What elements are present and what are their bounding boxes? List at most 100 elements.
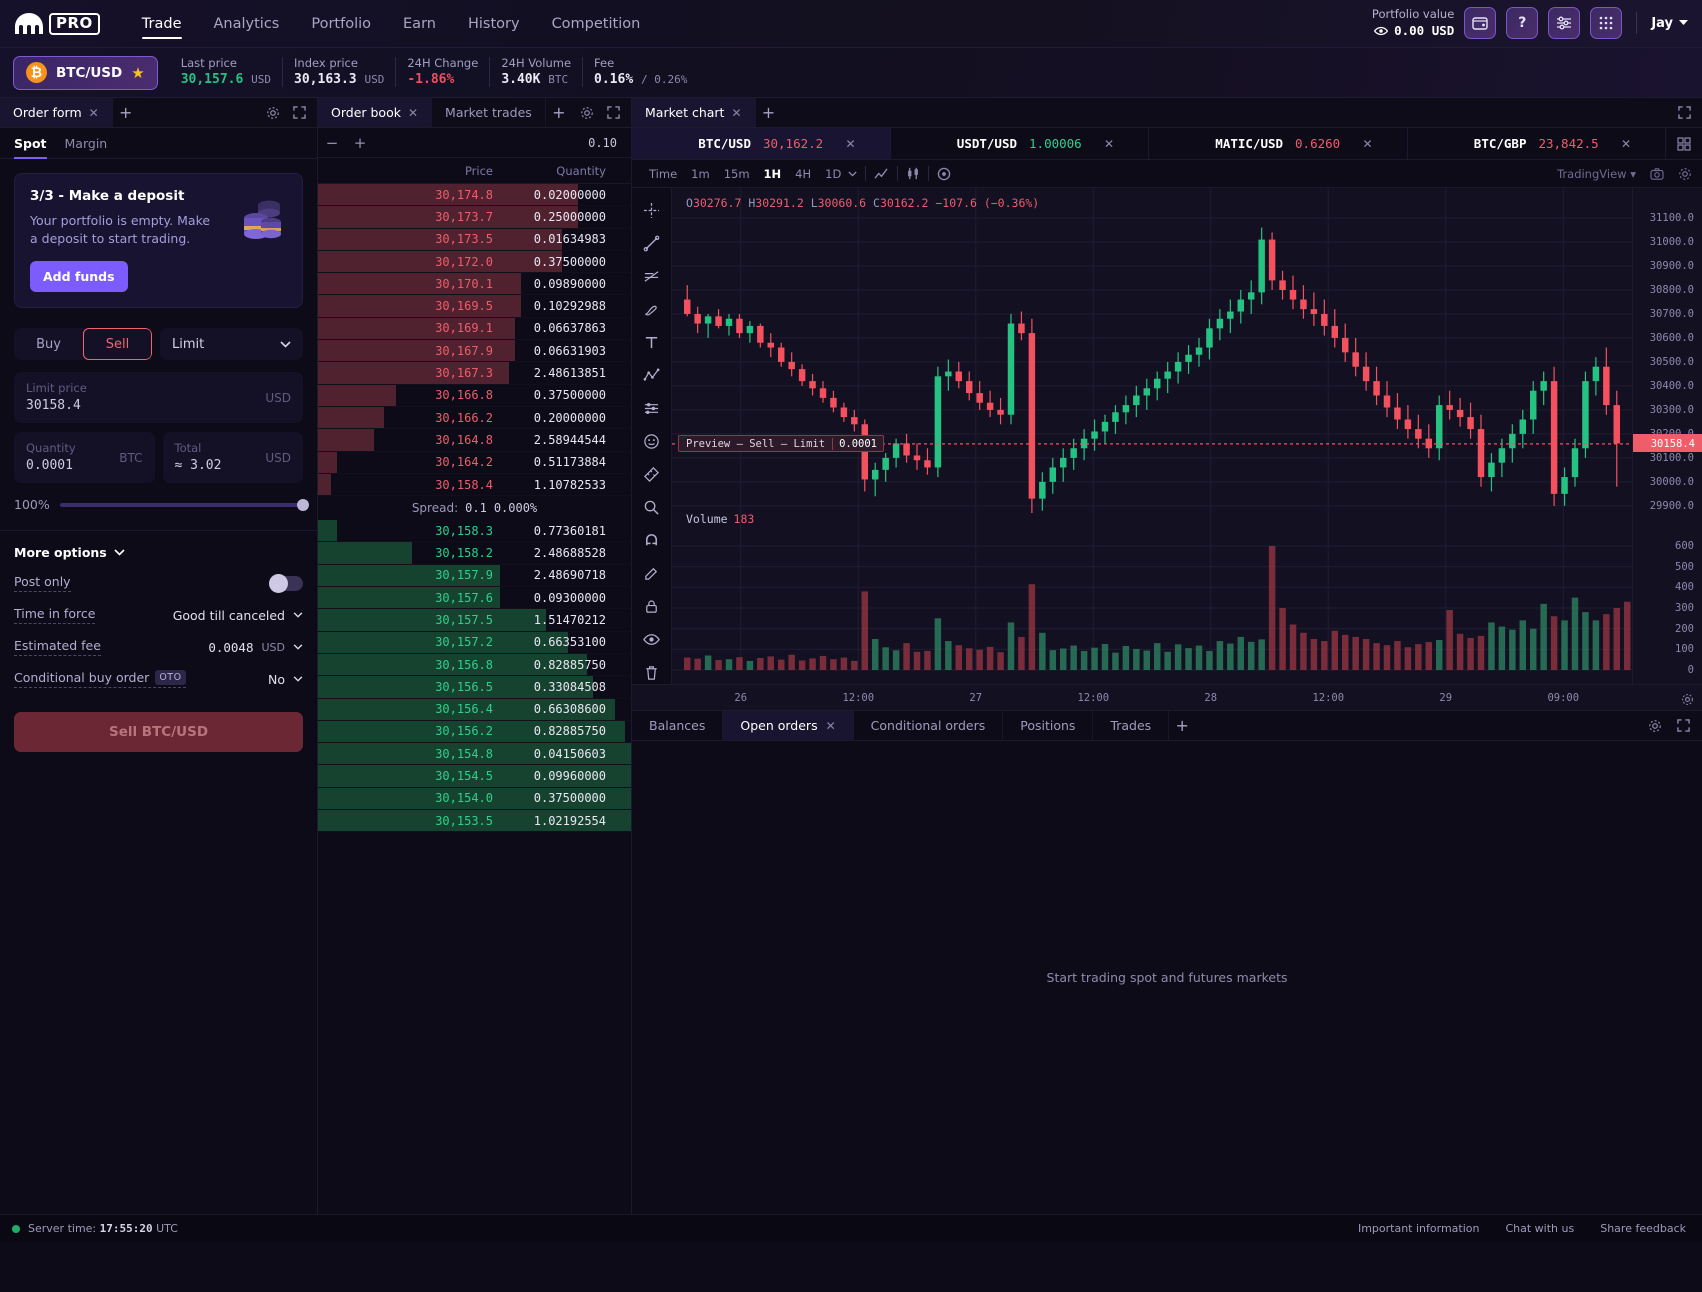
order-book-row-ask[interactable]: 30,169.10.06637863 — [318, 318, 631, 340]
buy-button[interactable]: Buy — [14, 328, 83, 360]
gear-icon[interactable] — [266, 106, 280, 120]
timeframe-1m[interactable]: 1m — [684, 165, 717, 183]
expand-icon[interactable] — [1678, 106, 1691, 119]
order-book-row-ask[interactable]: 30,166.20.20000000 — [318, 407, 631, 429]
order-book-row-ask[interactable]: 30,174.80.02000000 — [318, 184, 631, 206]
order-book-row-ask[interactable]: 30,173.50.01634983 — [318, 229, 631, 251]
menu-item-competition[interactable]: Competition — [536, 0, 657, 48]
wallet-button[interactable] — [1464, 7, 1496, 39]
order-book-row-bid[interactable]: 30,157.60.09300000 — [318, 587, 631, 609]
add-panel-button[interactable]: + — [113, 98, 139, 127]
order-book-row-bid[interactable]: 30,157.51.51470212 — [318, 609, 631, 631]
user-menu-button[interactable]: Jay — [1651, 16, 1688, 31]
order-book-row-bid[interactable]: 30,154.50.09960000 — [318, 765, 631, 787]
pattern-tool-icon[interactable] — [639, 363, 665, 387]
add-bottom-tab-button[interactable]: + — [1169, 711, 1195, 740]
brush-tool-icon[interactable] — [639, 297, 665, 321]
tab-market-chart[interactable]: Market chart ✕ — [632, 98, 756, 127]
chart-pair-tab-usdt-usd[interactable]: USDT/USD1.00006✕ — [891, 128, 1150, 159]
pair-selector-button[interactable]: ₿ BTC/USD ★ — [13, 56, 158, 90]
expand-icon[interactable] — [607, 106, 620, 119]
settings-sliders-button[interactable] — [1548, 7, 1580, 39]
gear-icon[interactable] — [580, 106, 594, 120]
conditional-order-value-group[interactable]: No — [268, 672, 303, 687]
camera-icon[interactable] — [1650, 168, 1664, 180]
order-book-row-ask[interactable]: 30,167.32.48613851 — [318, 362, 631, 384]
add-panel-button[interactable]: + — [546, 98, 572, 127]
zoom-tool-icon[interactable] — [639, 495, 665, 519]
submit-sell-order-button[interactable]: Sell BTC/USD — [14, 712, 303, 752]
increase-grouping-button[interactable]: + — [346, 128, 374, 158]
close-icon[interactable]: ✕ — [89, 107, 99, 119]
chart-pair-tab-matic-usd[interactable]: MATIC/USD0.6260✕ — [1149, 128, 1408, 159]
order-book-row-bid[interactable]: 30,156.20.82885750 — [318, 721, 631, 743]
bottom-tab-positions[interactable]: Positions — [1003, 711, 1093, 740]
close-icon[interactable]: ✕ — [1104, 137, 1114, 151]
apps-grid-button[interactable] — [1590, 7, 1622, 39]
link-chat-with-us[interactable]: Chat with us — [1505, 1222, 1574, 1235]
add-funds-button[interactable]: Add funds — [30, 261, 128, 292]
expand-icon[interactable] — [293, 106, 306, 119]
order-book-row-bid[interactable]: 30,158.22.48688528 — [318, 542, 631, 564]
magnet-tool-icon[interactable] — [639, 528, 665, 552]
order-preview-badge[interactable]: Preview – Sell – Limit 0.0001 — [678, 435, 884, 452]
close-icon[interactable]: ✕ — [731, 107, 741, 119]
sell-button[interactable]: Sell — [83, 328, 152, 360]
post-only-toggle[interactable] — [269, 576, 303, 591]
menu-item-trade[interactable]: Trade — [126, 0, 198, 48]
draw-mode-icon[interactable] — [639, 561, 665, 585]
close-icon[interactable]: ✕ — [1362, 137, 1372, 151]
visibility-eye-icon[interactable] — [639, 627, 665, 651]
link-important-information[interactable]: Important information — [1358, 1222, 1480, 1235]
order-book-row-ask[interactable]: 30,170.10.09890000 — [318, 273, 631, 295]
help-button[interactable]: ? — [1506, 7, 1538, 39]
indicators-icon[interactable] — [906, 167, 920, 180]
subtab-spot[interactable]: Spot — [14, 128, 56, 159]
order-book-row-bid[interactable]: 30,156.50.33084508 — [318, 676, 631, 698]
measure-tool-icon[interactable] — [639, 462, 665, 486]
order-book-row-bid[interactable]: 30,157.20.66353100 — [318, 632, 631, 654]
order-type-select[interactable]: Limit — [160, 328, 303, 360]
order-book-row-bid[interactable]: 30,154.00.37500000 — [318, 788, 631, 810]
quantity-input[interactable]: Quantity 0.0001 BTC — [14, 432, 155, 483]
order-book-row-ask[interactable]: 30,164.82.58944544 — [318, 429, 631, 451]
tab-order-form[interactable]: Order form ✕ — [0, 98, 113, 127]
tab-market-trades[interactable]: Market trades — [432, 98, 546, 127]
lock-icon[interactable] — [639, 594, 665, 618]
chart-layout-grid-button[interactable] — [1666, 128, 1702, 159]
chart-pair-tab-btc-gbp[interactable]: BTC/GBP23,842.5✕ — [1408, 128, 1667, 159]
order-book-row-ask[interactable]: 30,173.70.25000000 — [318, 206, 631, 228]
time-in-force-value-group[interactable]: Good till canceled — [173, 608, 303, 623]
menu-item-analytics[interactable]: Analytics — [198, 0, 296, 48]
order-book-row-ask[interactable]: 30,158.41.10782533 — [318, 474, 631, 496]
order-book-row-ask[interactable]: 30,172.00.37500000 — [318, 251, 631, 273]
order-book-row-ask[interactable]: 30,169.50.10292988 — [318, 295, 631, 317]
slider-knob[interactable] — [297, 499, 309, 511]
chart-plot-area[interactable]: O30276.7 H30291.2 L30060.6 C30162.2 −107… — [672, 188, 1632, 684]
amount-slider[interactable] — [60, 503, 303, 507]
crosshair-tool-icon[interactable] — [639, 198, 665, 222]
order-book-row-ask[interactable]: 30,164.20.51173884 — [318, 452, 631, 474]
decrease-grouping-button[interactable]: − — [318, 128, 346, 158]
order-book-row-bid[interactable]: 30,153.51.02192554 — [318, 810, 631, 832]
limit-price-input[interactable]: Limit price 30158.4 USD — [14, 372, 303, 423]
order-book-row-bid[interactable]: 30,154.80.04150603 — [318, 743, 631, 765]
chevron-down-icon[interactable] — [848, 171, 857, 177]
bottom-tab-open-orders[interactable]: Open orders✕ — [723, 711, 853, 740]
add-panel-button[interactable]: + — [756, 98, 782, 127]
timeframe-4h[interactable]: 4H — [788, 165, 818, 183]
order-book-row-bid[interactable]: 30,156.40.66308600 — [318, 699, 631, 721]
order-book-row-ask[interactable]: 30,166.80.37500000 — [318, 385, 631, 407]
total-input[interactable]: Total ≈ 3.02 USD — [163, 432, 304, 483]
order-book-row-bid[interactable]: 30,156.80.82885750 — [318, 654, 631, 676]
gear-icon[interactable] — [1648, 719, 1662, 733]
menu-item-history[interactable]: History — [452, 0, 536, 48]
subtab-margin[interactable]: Margin — [56, 128, 117, 159]
text-tool-icon[interactable] — [639, 330, 665, 354]
gear-icon[interactable] — [1678, 167, 1692, 181]
chart-pair-tab-btc-usd[interactable]: BTC/USD30,162.2✕ — [632, 128, 891, 159]
fib-tool-icon[interactable] — [639, 264, 665, 288]
close-icon[interactable]: ✕ — [1621, 137, 1631, 151]
timeframe-1h[interactable]: 1H — [757, 165, 789, 183]
tab-order-book[interactable]: Order book ✕ — [318, 98, 432, 127]
